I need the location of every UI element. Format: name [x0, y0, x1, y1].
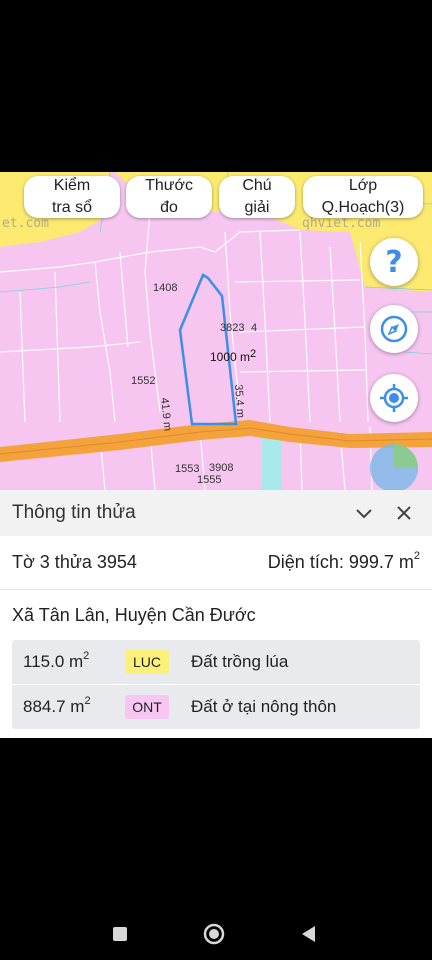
collapse-button[interactable]	[348, 497, 380, 529]
parcel-label: 1552	[131, 375, 156, 387]
help-button[interactable]: ?	[370, 238, 418, 286]
close-button[interactable]	[388, 497, 420, 529]
check-certificate-button[interactable]: Kiểm tra sổ	[24, 176, 120, 218]
land-use-table: 115.0 m2 LUC Đất trồng lúa 884.7 m2 ONT …	[12, 640, 420, 729]
back-button[interactable]	[296, 922, 320, 946]
watermark: et.com	[2, 216, 49, 231]
edge-length-label: 35.4 m	[232, 384, 247, 419]
sheet-header: Thông tin thửa	[0, 490, 432, 536]
recents-icon	[113, 927, 127, 941]
parcel-label: 3823	[220, 322, 245, 334]
parcel-label: 1553	[175, 463, 200, 475]
status-area	[0, 0, 432, 172]
parcel-area: Diện tích: 999.7 m2	[267, 550, 420, 572]
land-use-row: 115.0 m2 LUC Đất trồng lúa	[12, 640, 420, 684]
chevron-down-icon	[356, 509, 372, 519]
ruler-button[interactable]: Thước đo	[126, 176, 212, 218]
planning-layer-button[interactable]: Lớp Q.Hoạch(3)	[303, 176, 423, 218]
land-use-code-badge: ONT	[125, 695, 169, 719]
parcel-label: 4	[251, 322, 258, 334]
map-view[interactable]: et.com qhviet.com 1408 3823 4 1552 1553 …	[0, 172, 432, 490]
land-use-code-badge: LUC	[125, 650, 169, 674]
parcel-location: Xã Tân Lân, Huyện Cần Đước	[12, 604, 256, 625]
parcel-info-sheet: Thông tin thửa Tờ 3 thửa 3954 Diện tích:…	[0, 490, 432, 738]
land-use-area: 115.0 m2	[23, 650, 90, 671]
recents-button[interactable]	[108, 922, 132, 946]
land-use-desc: Đất ở tại nông thôn	[191, 697, 337, 716]
home-button[interactable]	[202, 922, 226, 946]
legend-button[interactable]: Chú giải	[219, 176, 295, 218]
back-icon	[302, 926, 315, 942]
compass-button[interactable]	[370, 305, 418, 353]
locate-button[interactable]	[370, 374, 418, 422]
parcel-label: 1555	[197, 474, 222, 486]
land-use-row: 884.7 m2 ONT Đất ở tại nông thôn	[12, 684, 420, 729]
locate-icon	[380, 384, 408, 412]
question-icon: ?	[385, 244, 403, 280]
parcel-area-label: 1000 m2	[210, 348, 257, 364]
sheet-title: Thông tin thửa	[12, 502, 136, 523]
parcel-id: Tờ 3 thửa 3954	[12, 552, 137, 572]
parcel-label: 1408	[153, 282, 178, 294]
land-use-desc: Đất trồng lúa	[191, 652, 289, 671]
close-icon	[397, 506, 411, 520]
compass-icon	[380, 315, 408, 343]
home-icon	[203, 923, 225, 945]
land-use-area: 884.7 m2	[23, 695, 91, 716]
parcel-label: 3908	[209, 462, 234, 474]
parcel-summary-row: Tờ 3 thửa 3954 Diện tích: 999.7 m2	[0, 536, 432, 590]
